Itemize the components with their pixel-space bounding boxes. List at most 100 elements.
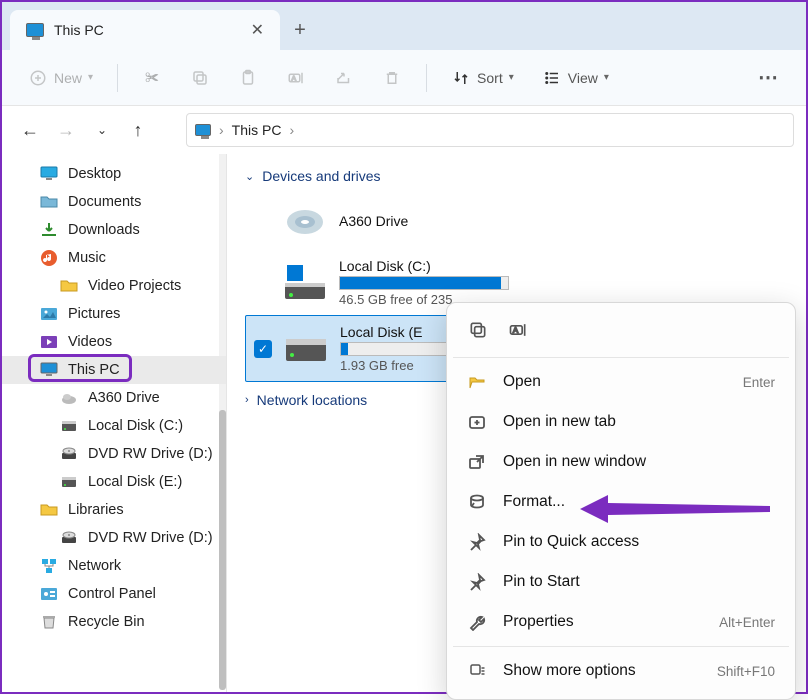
sidebar-item-control-panel[interactable]: Control Panel xyxy=(2,580,226,608)
menu-label: Pin to Quick access xyxy=(503,533,759,551)
sidebar-item-label: Downloads xyxy=(68,222,140,238)
sidebar-item-music[interactable]: Music xyxy=(2,244,226,272)
more-button[interactable]: ⋯ xyxy=(748,59,790,96)
view-button[interactable]: View ▾ xyxy=(532,62,619,94)
chevron-right-icon: › xyxy=(219,122,224,138)
bin-icon xyxy=(40,613,58,631)
sidebar-item-label: This PC xyxy=(68,362,120,378)
rename-button[interactable]: A xyxy=(276,62,316,94)
context-menu-show-more[interactable]: Show more options Shift+F10 xyxy=(453,651,789,691)
chevron-down-icon: ▾ xyxy=(509,72,514,83)
sidebar-item-local-disk-c-[interactable]: Local Disk (C:) xyxy=(2,412,226,440)
music-icon xyxy=(40,249,58,267)
sidebar-item-pictures[interactable]: Pictures xyxy=(2,300,226,328)
menu-label: Open in new tab xyxy=(503,413,759,431)
hdd-icon xyxy=(60,417,78,435)
sidebar-item-dvd-rw-drive-d-[interactable]: DVD RW Drive (D:) xyxy=(2,440,226,468)
sidebar-item-label: Recycle Bin xyxy=(68,614,145,630)
sidebar-item-local-disk-e-[interactable]: Local Disk (E:) xyxy=(2,468,226,496)
copy-button[interactable] xyxy=(465,317,491,343)
sidebar-item-label: Videos xyxy=(68,334,112,350)
sidebar-item-label: Music xyxy=(68,250,106,266)
window-tab[interactable]: This PC ✕ xyxy=(10,10,280,50)
context-menu-separator xyxy=(453,357,789,358)
forward-button[interactable]: → xyxy=(50,114,82,146)
context-menu-separator xyxy=(453,646,789,647)
context-menu-pin-to-start[interactable]: Pin to Start xyxy=(453,562,789,602)
download-icon xyxy=(40,221,58,239)
sort-button[interactable]: Sort ▾ xyxy=(441,62,524,94)
rename-icon: A xyxy=(286,68,306,88)
sidebar-item-label: DVD RW Drive (D:) xyxy=(88,530,213,546)
drive-info: Local Disk (C:)46.5 GB free of 235 xyxy=(339,258,509,307)
menu-label: Show more options xyxy=(503,662,701,680)
cloud-icon xyxy=(60,389,78,407)
chevron-down-icon: ▾ xyxy=(604,72,609,83)
chevron-right-icon: › xyxy=(289,122,294,138)
sidebar-item-label: Documents xyxy=(68,194,141,210)
menu-label: Open in new window xyxy=(503,453,759,471)
sidebar-item-downloads[interactable]: Downloads xyxy=(2,216,226,244)
menu-label: Open xyxy=(503,373,727,391)
breadcrumb-item[interactable]: This PC xyxy=(232,122,282,138)
wrench-icon xyxy=(467,612,487,632)
new-label: New xyxy=(54,70,82,86)
context-menu-open-in-new-tab[interactable]: Open in new tab xyxy=(453,402,789,442)
recent-button[interactable]: ⌄ xyxy=(86,114,118,146)
context-menu-properties[interactable]: PropertiesAlt+Enter xyxy=(453,602,789,642)
sidebar-item-network[interactable]: Network xyxy=(2,552,226,580)
chevron-down-icon: ▾ xyxy=(88,72,93,83)
capacity-bar xyxy=(339,276,509,290)
sidebar-item-label: DVD RW Drive (D:) xyxy=(88,446,213,462)
format-icon xyxy=(467,492,487,512)
cut-button[interactable]: ✀ xyxy=(132,62,172,94)
drive-name: A360 Drive xyxy=(339,213,408,229)
drive-item[interactable]: ✓A360 Drive xyxy=(245,194,580,250)
sidebar-item-videos[interactable]: Videos xyxy=(2,328,226,356)
copy-button[interactable] xyxy=(180,62,220,94)
svg-text:A: A xyxy=(513,326,518,335)
picture-icon xyxy=(40,305,58,323)
up-button[interactable]: ↑ xyxy=(122,114,154,146)
back-button[interactable]: ← xyxy=(14,114,46,146)
svg-text:A: A xyxy=(292,75,297,82)
drive-icon xyxy=(283,263,327,303)
view-label: View xyxy=(568,70,598,86)
address-bar[interactable]: › This PC › xyxy=(186,113,794,147)
sidebar-item-libraries[interactable]: Libraries xyxy=(2,496,226,524)
sidebar-item-video-projects[interactable]: Video Projects xyxy=(2,272,226,300)
context-menu-open[interactable]: OpenEnter xyxy=(453,362,789,402)
sidebar-item-desktop[interactable]: Desktop xyxy=(2,160,226,188)
context-menu-pin-to-quick-access[interactable]: Pin to Quick access xyxy=(453,522,789,562)
sidebar-item-this-pc[interactable]: This PC xyxy=(2,356,226,384)
rename-button[interactable]: A xyxy=(505,317,531,343)
drive-icon xyxy=(284,329,328,369)
navigation-pane[interactable]: Desktop Documents Downloads Music Video Proj… xyxy=(2,154,227,692)
delete-button[interactable] xyxy=(372,62,412,94)
nav-bar: ← → ⌄ ↑ › This PC › xyxy=(2,106,806,154)
drive-name: Local Disk (C:) xyxy=(339,258,509,274)
pc-icon xyxy=(40,361,58,379)
newtab-icon xyxy=(467,412,487,432)
sidebar-item-recycle-bin[interactable]: Recycle Bin xyxy=(2,608,226,636)
folder-y-icon xyxy=(40,501,58,519)
plus-circle-icon xyxy=(28,68,48,88)
new-button[interactable]: New ▾ xyxy=(18,62,103,94)
dvd-icon xyxy=(60,445,78,463)
paste-button[interactable] xyxy=(228,62,268,94)
network-icon xyxy=(40,557,58,575)
pc-icon xyxy=(26,23,44,37)
context-menu-format-[interactable]: Format... xyxy=(453,482,789,522)
tab-close-icon[interactable]: ✕ xyxy=(251,20,264,40)
sidebar-item-a360-drive[interactable]: A360 Drive xyxy=(2,384,226,412)
new-tab-button[interactable]: + xyxy=(280,10,320,50)
toolbar-separator xyxy=(117,64,118,92)
video-icon xyxy=(40,333,58,351)
sidebar-item-dvd-rw-drive-d-[interactable]: DVD RW Drive (D:) xyxy=(2,524,226,552)
share-button[interactable] xyxy=(324,62,364,94)
sidebar-item-documents[interactable]: Documents xyxy=(2,188,226,216)
sidebar-item-label: Local Disk (E:) xyxy=(88,474,182,490)
group-header-devices[interactable]: ⌄ Devices and drives xyxy=(227,164,806,188)
group-label: Network locations xyxy=(257,392,368,408)
context-menu-open-in-new-window[interactable]: Open in new window xyxy=(453,442,789,482)
